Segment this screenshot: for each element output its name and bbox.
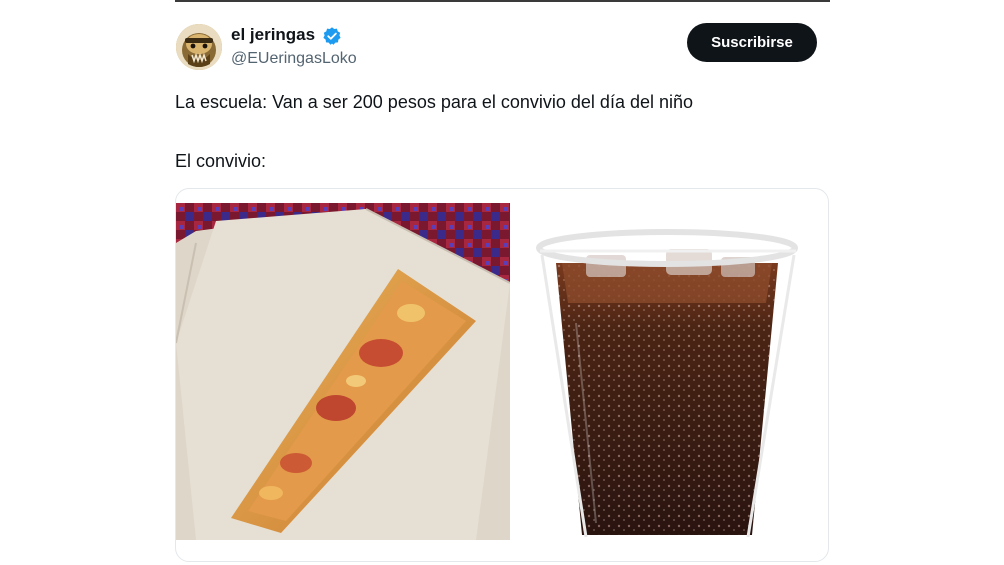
pizza-slice-photo[interactable] (176, 203, 510, 540)
verified-badge-icon (322, 26, 342, 46)
tweet: el jeringas @EUeringasLoko Suscribirse L… (0, 0, 1004, 565)
tweet-text-line-2: El convivio: (175, 151, 267, 171)
subscribe-button[interactable]: Suscribirse (687, 23, 817, 62)
avatar[interactable] (176, 24, 222, 70)
soda-cup-photo[interactable] (516, 203, 828, 540)
display-name[interactable]: el jeringas (231, 25, 315, 45)
media-card[interactable] (175, 188, 829, 562)
avatar-image (176, 24, 222, 70)
tweet-text-line-1: La escuela: Van a ser 200 pesos para el … (175, 92, 694, 112)
user-handle[interactable]: @EUeringasLoko (231, 50, 357, 68)
